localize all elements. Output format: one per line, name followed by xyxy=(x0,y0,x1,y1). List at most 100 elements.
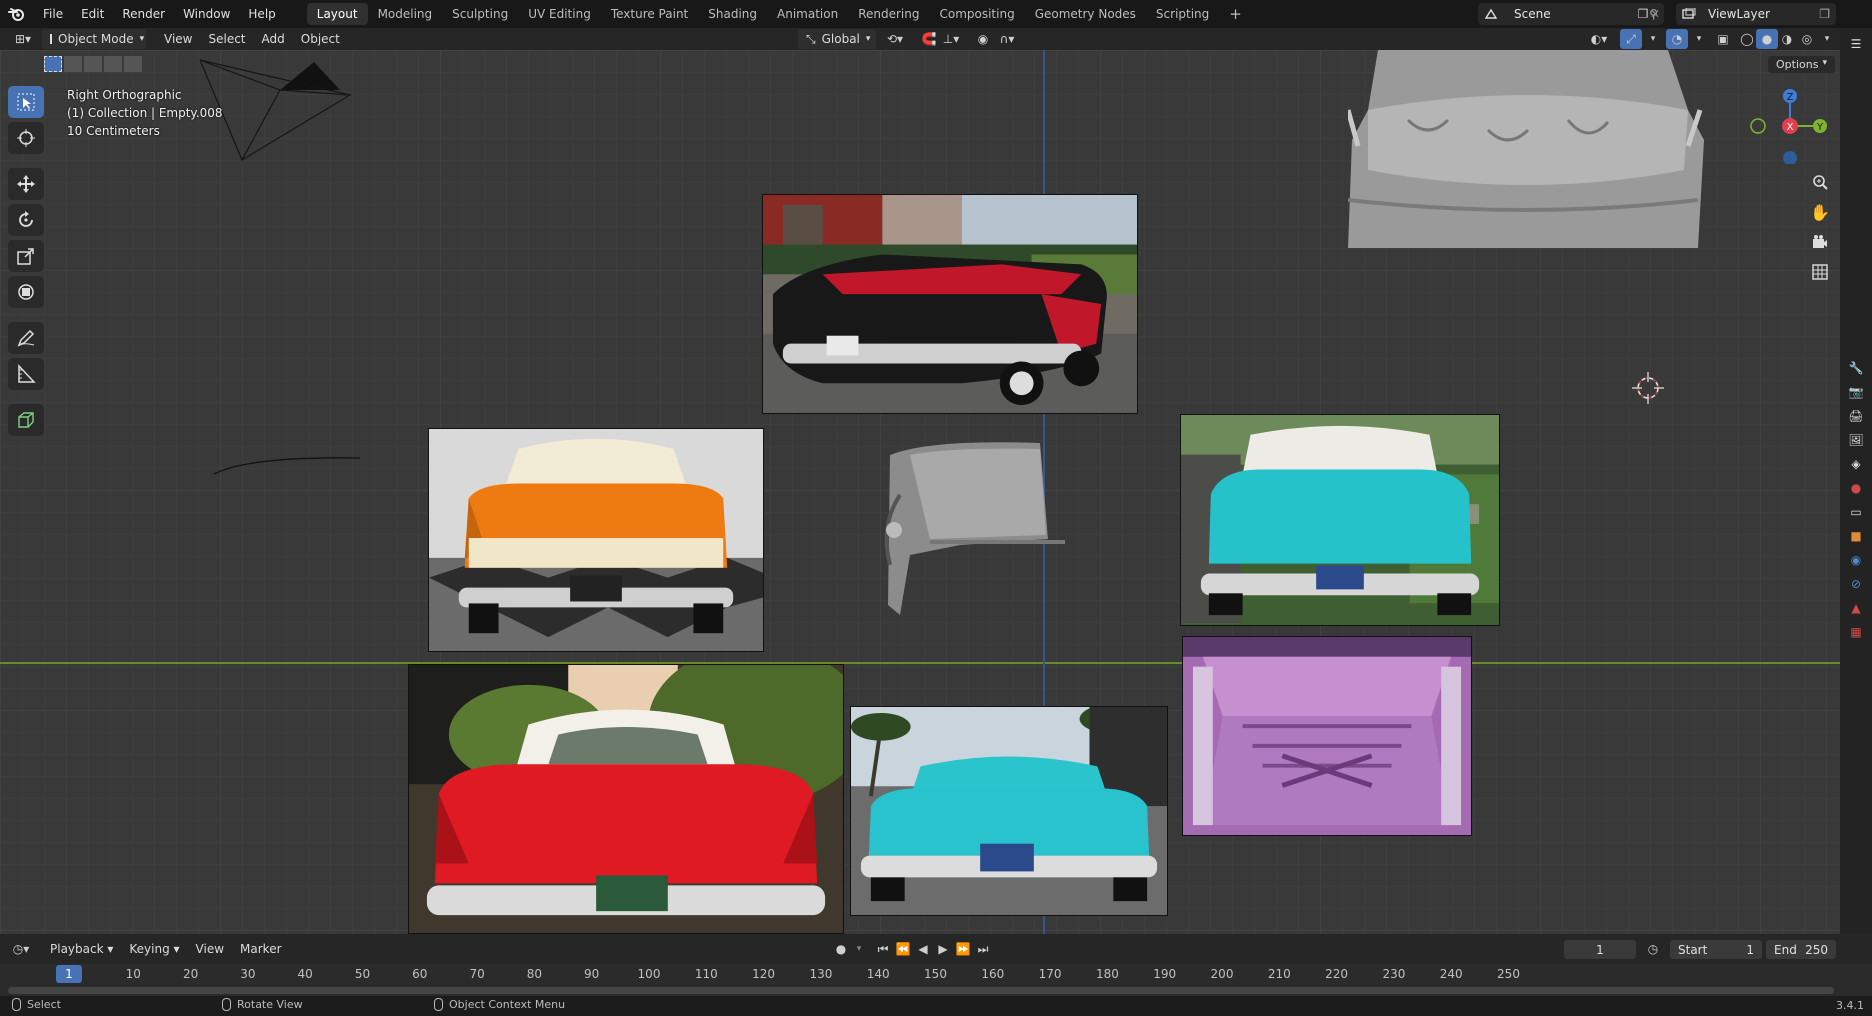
output-properties-icon[interactable]: 🖨 xyxy=(1840,404,1872,428)
gizmo-dropdown-icon[interactable]: ▾ xyxy=(1642,29,1664,49)
tab-sculpting[interactable]: Sculpting xyxy=(442,3,518,25)
tab-rendering[interactable]: Rendering xyxy=(848,3,929,25)
add-workspace-button[interactable]: + xyxy=(1219,3,1252,25)
overlay-dropdown-icon[interactable]: ▾ xyxy=(1688,29,1710,49)
3d-viewport[interactable]: Right Orthographic (1) Collection | Empt… xyxy=(0,50,1840,934)
editor-type-icon[interactable]: ⊞▾ xyxy=(12,29,34,49)
menu-help[interactable]: Help xyxy=(239,0,284,28)
collection-properties-icon[interactable]: ▭ xyxy=(1840,500,1872,524)
wireframe-shading-icon[interactable]: ◯ xyxy=(1736,29,1758,49)
current-frame-field[interactable]: 1 xyxy=(1564,940,1636,959)
render-properties-icon[interactable]: 📷 xyxy=(1840,380,1872,404)
3d-cursor-icon[interactable] xyxy=(1632,372,1664,404)
zoom-icon[interactable] xyxy=(1806,168,1834,196)
tab-animation[interactable]: Animation xyxy=(767,3,848,25)
prev-keyframe-icon[interactable]: ⏪ xyxy=(892,939,914,959)
annotate-tool[interactable] xyxy=(8,322,44,354)
preview-range-icon[interactable]: ◷ xyxy=(1642,939,1664,959)
transform-orientation-dropdown[interactable]: ⤡ Global ▾ xyxy=(798,29,876,49)
add-cube-tool[interactable] xyxy=(8,404,44,436)
blender-logo-icon[interactable] xyxy=(0,0,34,28)
reference-image-trunk-interior[interactable] xyxy=(1182,636,1472,836)
remove-scene-icon[interactable]: ✕ xyxy=(1644,4,1666,24)
menu-edit[interactable]: Edit xyxy=(72,0,113,28)
proportional-edit-icon[interactable]: ◉ xyxy=(972,29,994,49)
record-options-icon[interactable]: ▾ xyxy=(848,939,870,959)
rotate-tool[interactable] xyxy=(8,204,44,236)
texture-properties-icon[interactable]: ▦ xyxy=(1840,620,1872,644)
tool-properties-icon[interactable]: 🔧 xyxy=(1840,356,1872,380)
physics-properties-icon[interactable]: ◉ xyxy=(1840,548,1872,572)
select-extend-icon[interactable] xyxy=(64,56,82,72)
view-layer-properties-icon[interactable]: 🖼 xyxy=(1840,428,1872,452)
play-icon[interactable]: ▶ xyxy=(932,939,954,959)
measure-tool[interactable] xyxy=(8,358,44,390)
tab-uv-editing[interactable]: UV Editing xyxy=(518,3,601,25)
rendered-shading-icon[interactable]: ◎ xyxy=(1796,29,1818,49)
scene-properties-icon[interactable]: ◈ xyxy=(1840,452,1872,476)
options-dropdown[interactable]: Options ▾ xyxy=(1768,56,1835,73)
falloff-icon[interactable]: ∩▾ xyxy=(996,29,1018,49)
jump-end-icon[interactable]: ⏭ xyxy=(972,939,994,959)
tab-modeling[interactable]: Modeling xyxy=(368,3,443,25)
trunk-mesh-object[interactable] xyxy=(870,435,1100,625)
timeline-menu-keying[interactable]: Keying ▾ xyxy=(121,939,187,959)
timeline-scrollbar[interactable] xyxy=(8,987,1834,994)
cursor-tool[interactable] xyxy=(8,122,44,154)
ortho-grid-icon[interactable] xyxy=(1806,258,1834,286)
reference-image-convertible[interactable] xyxy=(762,194,1138,414)
tab-shading[interactable]: Shading xyxy=(698,3,767,25)
menu-file[interactable]: File xyxy=(34,0,72,28)
end-frame-field[interactable]: End 250 xyxy=(1766,940,1836,959)
tab-scripting[interactable]: Scripting xyxy=(1146,3,1219,25)
menu-view[interactable]: View xyxy=(156,29,200,49)
tab-layout[interactable]: Layout xyxy=(306,3,368,25)
constraints-properties-icon[interactable]: ⊘ xyxy=(1840,572,1872,596)
timeline-editor-type-icon[interactable]: ◷▾ xyxy=(10,939,32,959)
reference-image-orange-car[interactable] xyxy=(428,428,764,652)
next-keyframe-icon[interactable]: ⏩ xyxy=(952,939,974,959)
select-invert-icon[interactable] xyxy=(104,56,122,72)
menu-object[interactable]: Object xyxy=(293,29,348,49)
view-layer-selector[interactable]: ViewLayer ❐ xyxy=(1676,3,1836,25)
menu-render[interactable]: Render xyxy=(113,0,174,28)
tab-texture-paint[interactable]: Texture Paint xyxy=(601,3,698,25)
properties-editor-icon[interactable]: ☰ xyxy=(1840,32,1872,56)
pan-hand-icon[interactable]: ✋ xyxy=(1806,198,1834,226)
play-reverse-icon[interactable]: ◀ xyxy=(912,939,934,959)
timeline-area[interactable]: 10 20 30 40 50 60 70 80 90 100 110 120 130 140 150 160 1… xyxy=(0,964,1872,996)
material-shading-icon[interactable]: ◑ xyxy=(1776,29,1798,49)
data-properties-icon[interactable]: ▲ xyxy=(1840,596,1872,620)
tab-compositing[interactable]: Compositing xyxy=(929,3,1024,25)
reference-image-red-car[interactable] xyxy=(408,664,844,934)
select-subtract-icon[interactable] xyxy=(84,56,102,72)
timeline-menu-playback[interactable]: Playback ▾ xyxy=(42,939,121,959)
snap-target-icon[interactable]: ⊥▾ xyxy=(940,29,962,49)
mode-dropdown[interactable]: Object Mode ▾ xyxy=(42,29,146,49)
xray-icon[interactable]: ▣ xyxy=(1712,29,1734,49)
navigation-gizmo[interactable]: Z Y X xyxy=(1748,84,1828,164)
menu-window[interactable]: Window xyxy=(174,0,239,28)
copy-layer-icon[interactable]: ❐ xyxy=(1819,7,1830,21)
menu-select[interactable]: Select xyxy=(200,29,253,49)
world-properties-icon[interactable]: ● xyxy=(1840,476,1872,500)
select-new-icon[interactable] xyxy=(44,56,62,72)
select-intersect-icon[interactable] xyxy=(124,56,142,72)
visibility-icon[interactable]: ◐▾ xyxy=(1588,29,1610,49)
move-tool[interactable] xyxy=(8,168,44,200)
tab-geometry-nodes[interactable]: Geometry Nodes xyxy=(1025,3,1146,25)
start-frame-field[interactable]: Start 1 xyxy=(1670,940,1762,959)
timeline-menu-marker[interactable]: Marker xyxy=(232,939,289,959)
overlay-toggle-icon[interactable]: ◔ xyxy=(1666,29,1688,49)
pivot-icon[interactable]: ⟲▾ xyxy=(884,29,906,49)
camera-view-icon[interactable] xyxy=(1806,228,1834,256)
jump-start-icon[interactable]: ⏮ xyxy=(872,939,894,959)
menu-add[interactable]: Add xyxy=(254,29,293,49)
scale-tool[interactable] xyxy=(8,240,44,272)
gizmo-toggle-icon[interactable]: ⤢ xyxy=(1620,29,1642,49)
reference-image-teal-car-palms[interactable] xyxy=(850,706,1168,916)
reference-image-teal-car-grass[interactable] xyxy=(1180,414,1500,626)
solid-shading-icon[interactable]: ● xyxy=(1756,29,1778,49)
curve-object[interactable] xyxy=(210,450,370,490)
select-box-tool[interactable] xyxy=(8,86,44,118)
